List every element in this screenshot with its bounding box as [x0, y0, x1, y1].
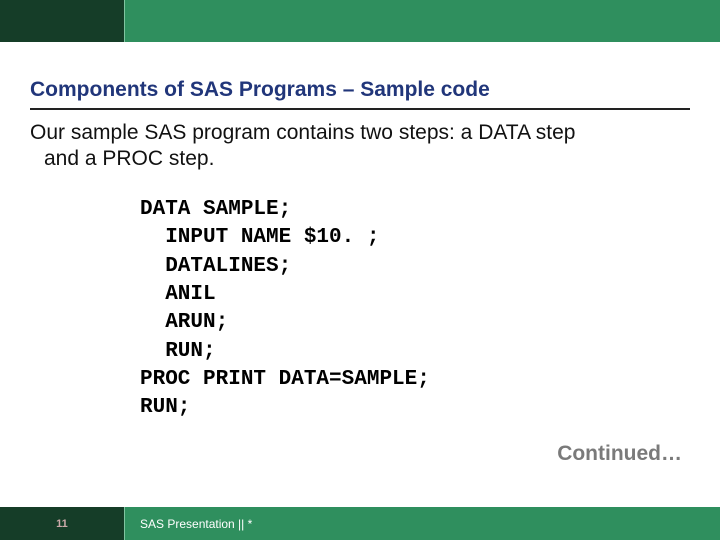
top-left-logo-box: [0, 0, 125, 42]
slide: Components of SAS Programs – Sample code…: [0, 0, 720, 540]
slide-heading: Components of SAS Programs – Sample code: [30, 78, 690, 110]
page-number-box: 11: [0, 507, 125, 540]
body-line-1: Our sample SAS program contains two step…: [30, 121, 575, 144]
page-number: 11: [56, 518, 68, 530]
code-sample: DATA SAMPLE; INPUT NAME $10. ; DATALINES…: [140, 196, 430, 423]
body-text: Our sample SAS program contains two step…: [30, 120, 690, 173]
footer-text: SAS Presentation || *: [140, 507, 252, 540]
continued-label: Continued…: [557, 442, 682, 466]
body-line-2: and a PROC step.: [30, 146, 690, 172]
